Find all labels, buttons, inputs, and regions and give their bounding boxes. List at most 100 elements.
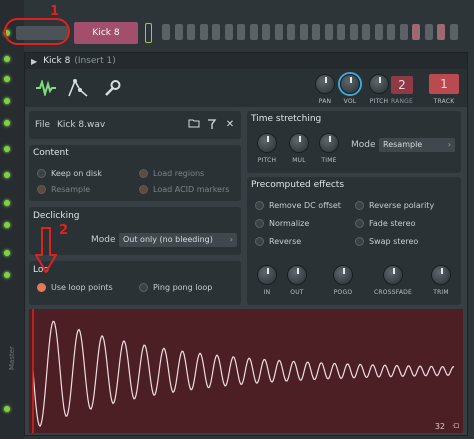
window-header: PAN VOL PITCH 2 RANGE 1 TRACK xyxy=(25,69,467,107)
radio-dot xyxy=(355,237,364,246)
channel-led[interactable] xyxy=(4,56,10,62)
resample-option[interactable]: Resample xyxy=(37,185,90,194)
step-button[interactable] xyxy=(237,24,245,40)
time-stretching-panel: Time stretching PITCH MUL TIME Mode Resa… xyxy=(247,111,461,173)
vol-knob[interactable] xyxy=(340,74,360,94)
radio-dot xyxy=(355,201,364,210)
crossfade-knob[interactable] xyxy=(383,265,403,285)
step-button[interactable] xyxy=(424,24,433,40)
file-label: File xyxy=(35,120,51,130)
use-loop-points-option[interactable]: Use loop points xyxy=(37,283,113,292)
radio-dot xyxy=(255,219,264,228)
channel-led[interactable] xyxy=(4,120,10,126)
precomputed-effects-panel: Precomputed effects Remove DC offset Rev… xyxy=(247,177,461,305)
reverse-polarity-option[interactable]: Reverse polarity xyxy=(355,201,434,210)
step-button[interactable] xyxy=(449,24,458,40)
out-knob[interactable] xyxy=(287,265,307,285)
radio-dot xyxy=(37,185,46,194)
channel-led[interactable] xyxy=(4,222,10,228)
loop-icon[interactable]: ⟤ xyxy=(452,421,459,431)
range-display[interactable]: 2 xyxy=(391,76,413,94)
tab-misc-wrench-icon[interactable] xyxy=(97,75,127,101)
step-button[interactable] xyxy=(249,24,258,40)
declicking-mode-value: Out only (no bleeding) xyxy=(123,235,213,244)
step-button[interactable] xyxy=(187,24,195,40)
step-button[interactable] xyxy=(412,24,420,40)
option-label: Load ACID markers xyxy=(153,185,230,194)
pogo-knob[interactable] xyxy=(333,265,353,285)
radio-dot xyxy=(139,283,148,292)
reverse-option[interactable]: Reverse xyxy=(255,237,301,246)
tab-sampler-waveform-icon[interactable] xyxy=(31,75,61,101)
step-button[interactable] xyxy=(374,24,383,40)
vol-knob-label: VOL xyxy=(343,98,357,105)
waveform-graphic xyxy=(32,309,455,433)
content-title: Content xyxy=(33,148,69,158)
content-panel: Content Keep on disk Load regions Resamp… xyxy=(29,145,241,201)
channel-select-slot[interactable] xyxy=(145,23,152,43)
ping-pong-loop-option[interactable]: Ping pong loop xyxy=(139,283,212,292)
remove-dc-offset-option[interactable]: Remove DC offset xyxy=(255,201,341,210)
load-regions-option[interactable]: Load regions xyxy=(139,169,204,178)
in-knob[interactable] xyxy=(257,265,277,285)
channel-led[interactable] xyxy=(4,272,10,278)
stretch-pitch-knob[interactable] xyxy=(257,133,277,153)
trim-knob[interactable] xyxy=(431,265,451,285)
radio-dot xyxy=(37,169,46,178)
loop-panel: Loo Use loop points Ping pong loop xyxy=(29,261,241,305)
step-button[interactable] xyxy=(362,24,370,40)
load-acid-markers-option[interactable]: Load ACID markers xyxy=(139,185,229,194)
step-button[interactable] xyxy=(349,24,358,40)
swap-stereo-option[interactable]: Swap stereo xyxy=(355,237,418,246)
channel-led[interactable] xyxy=(4,76,10,82)
channel-led[interactable] xyxy=(4,146,10,152)
channel-led[interactable] xyxy=(4,406,10,412)
tab-envelope-icon[interactable] xyxy=(63,75,93,101)
channel-name-button[interactable]: Kick 8 xyxy=(74,22,138,44)
step-button[interactable] xyxy=(199,24,208,40)
window-title: Kick 8 xyxy=(43,56,71,66)
step-button[interactable] xyxy=(162,24,170,40)
channel-led[interactable] xyxy=(4,200,10,206)
option-label: Keep on disk xyxy=(51,169,102,178)
step-button[interactable] xyxy=(224,24,233,40)
window-menu-arrow-icon[interactable]: ▶ xyxy=(31,57,37,66)
step-button[interactable] xyxy=(212,24,220,40)
step-button[interactable] xyxy=(324,24,333,40)
step-button[interactable] xyxy=(399,24,408,40)
step-button[interactable] xyxy=(274,24,283,40)
channel-led[interactable] xyxy=(4,250,10,256)
open-folder-icon[interactable] xyxy=(187,118,201,132)
step-button[interactable] xyxy=(312,24,320,40)
channel-led[interactable] xyxy=(4,172,10,178)
step-button[interactable] xyxy=(387,24,395,40)
window-titlebar[interactable]: ▶ Kick 8 (Insert 1) xyxy=(25,53,467,69)
keep-on-disk-option[interactable]: Keep on disk xyxy=(37,169,102,178)
track-display[interactable]: 1 xyxy=(429,74,459,94)
stretch-time-knob[interactable] xyxy=(319,133,339,153)
step-button[interactable] xyxy=(262,24,270,40)
channel-led[interactable] xyxy=(4,98,10,104)
stretch-mode-select[interactable]: Resample › xyxy=(379,138,455,152)
stretch-mul-knob[interactable] xyxy=(289,133,309,153)
channel-settings-window: ▶ Kick 8 (Insert 1) PAN VOL PITCH 2 RANG… xyxy=(24,52,468,436)
step-button[interactable] xyxy=(287,24,295,40)
stretch-mode-value: Resample xyxy=(383,140,423,149)
fade-stereo-option[interactable]: Fade stereo xyxy=(355,219,415,228)
step-button[interactable] xyxy=(437,24,445,40)
radio-dot xyxy=(255,237,264,246)
step-button[interactable] xyxy=(174,24,183,40)
close-file-icon[interactable]: ✕ xyxy=(223,118,237,132)
declicking-mode-select[interactable]: Out only (no bleeding) › xyxy=(119,233,237,247)
step-button[interactable] xyxy=(337,24,345,40)
track-label: TRACK xyxy=(433,98,455,105)
option-label: Fade stereo xyxy=(369,219,416,228)
pitch-knob[interactable] xyxy=(369,74,389,94)
file-name: Kick 8.wav xyxy=(57,120,106,130)
normalize-option[interactable]: Normalize xyxy=(255,219,309,228)
pan-knob[interactable] xyxy=(315,74,335,94)
waveform-display[interactable]: 32 ⟤ xyxy=(29,309,463,433)
in-knob-label: IN xyxy=(263,289,271,296)
step-button[interactable] xyxy=(299,24,308,40)
tools-icon[interactable] xyxy=(205,118,219,132)
